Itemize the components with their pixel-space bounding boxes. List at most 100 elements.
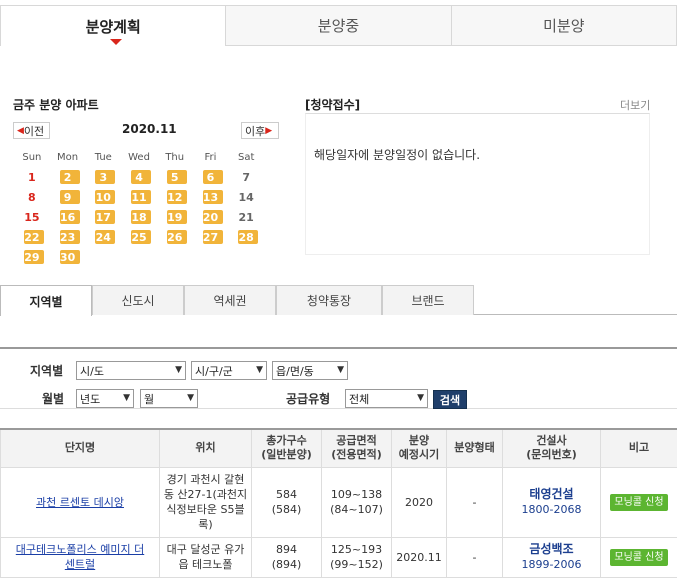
tab-on-sale[interactable]: 분양중 <box>226 5 451 46</box>
supply-type-select[interactable]: 전체▼ <box>345 389 428 408</box>
calendar-day[interactable]: 17 <box>85 207 121 227</box>
chevron-down-icon: ▼ <box>175 365 182 375</box>
calendar-day[interactable]: 19 <box>157 207 193 227</box>
households-general: (894) <box>272 558 302 571</box>
complex-name-cell: 과천 르센토 데시앙 <box>1 467 160 537</box>
calendar-day[interactable]: 22 <box>14 227 50 247</box>
search-button[interactable]: 검색 <box>433 390 467 409</box>
calendar-weekday: Wed <box>121 147 157 167</box>
households-cell: 584(584) <box>252 467 322 537</box>
tab-brand[interactable]: 브랜드 <box>382 285 474 315</box>
table-header-cell: 건설사(문의번호) <box>503 429 601 467</box>
area-cell: 125~193(99~152) <box>322 537 392 577</box>
subscription-empty-message: 해당일자에 분양일정이 없습니다. <box>314 148 480 162</box>
location-cell: 경기 과천시 갈현동 산27-1(과천지식정보타운 S5블록) <box>160 467 252 537</box>
calendar-day-number: 8 <box>28 191 36 204</box>
calendar-day[interactable]: 25 <box>121 227 157 247</box>
morning-call-button[interactable]: 모닝콜 신청 <box>610 549 667 566</box>
calendar-day-number: 30 <box>60 251 75 264</box>
tab-new-town[interactable]: 신도시 <box>92 285 184 315</box>
complex-name-link[interactable]: 대구테크노폴리스 예미지 더센트럴 <box>16 543 144 571</box>
sido-select[interactable]: 시/도 ▼ <box>76 361 186 380</box>
tab-station-area-label: 역세권 <box>213 292 246 309</box>
month-select[interactable]: 월▼ <box>140 389 198 408</box>
complex-name: 대구테크노폴리스 예미지 더 <box>16 543 144 556</box>
complex-name-link[interactable]: 과천 르센토 데시앙 <box>36 496 124 509</box>
calendar-day-number: 23 <box>60 231 75 244</box>
calendar-day[interactable]: 11 <box>121 187 157 207</box>
calendar-day-number: 10 <box>96 191 111 204</box>
calendar-day[interactable]: 28 <box>228 227 264 247</box>
calendar-weekday: Tue <box>85 147 121 167</box>
tab-savings-account[interactable]: 청약통장 <box>276 285 382 315</box>
note-cell: 모닝콜 신청 <box>601 467 677 537</box>
supply-area: 125~193 <box>331 543 382 556</box>
tab-unsold-label: 미분양 <box>543 15 584 36</box>
table-row: 대구테크노폴리스 예미지 더센트럴대구 달성군 유가읍 테크노폴894(894)… <box>1 537 677 577</box>
builder-phone: 1899-2006 <box>522 558 582 571</box>
tab-region[interactable]: 지역별 <box>0 285 92 316</box>
region-tab-bar: 지역별 신도시 역세권 청약통장 브랜드 <box>0 285 677 315</box>
morning-call-button[interactable]: 모닝콜 신청 <box>610 494 667 511</box>
calendar-day[interactable]: 18 <box>121 207 157 227</box>
sale-type: - <box>473 551 477 564</box>
calendar-day[interactable]: 16 <box>50 207 86 227</box>
calendar-day-number: 18 <box>131 211 146 224</box>
tab-station-area[interactable]: 역세권 <box>184 285 276 315</box>
supply-type-label: 공급유형 <box>286 390 330 407</box>
calendar-day: 14 <box>228 187 264 207</box>
subscription-panel: 해당일자에 분양일정이 없습니다. <box>305 113 650 255</box>
sale-type: - <box>473 496 477 509</box>
calendar-day[interactable]: 20 <box>193 207 229 227</box>
calendar-month: 2020.11 <box>122 122 177 136</box>
calendar-week-row: 29 30 <box>14 247 264 267</box>
households-general: (584) <box>272 503 302 516</box>
calendar-weekday: Sat <box>228 147 264 167</box>
note-cell: 모닝콜 신청 <box>601 537 677 577</box>
calendar-day-number: 11 <box>131 191 146 204</box>
calendar-day[interactable]: 24 <box>85 227 121 247</box>
calendar-day[interactable]: 4 <box>121 167 157 187</box>
calendar-day[interactable]: 9 <box>50 187 86 207</box>
calendar-prev-button[interactable]: ◀이전 <box>13 122 50 139</box>
table-header-cell: 분양형태 <box>447 429 503 467</box>
year-select[interactable]: 년도▼ <box>76 389 134 408</box>
sigungu-select[interactable]: 시/구/군▼ <box>191 361 267 380</box>
calendar-day[interactable]: 5 <box>157 167 193 187</box>
calendar-weekday: Thu <box>157 147 193 167</box>
dong-select-value: 읍/면/동 <box>276 363 314 379</box>
more-link[interactable]: 더보기 <box>620 97 650 113</box>
calendar-day[interactable]: 3 <box>85 167 121 187</box>
area-cell: 109~138(84~107) <box>322 467 392 537</box>
chevron-down-icon: ▼ <box>417 393 424 403</box>
calendar-day-number: 9 <box>64 191 72 204</box>
calendar-day[interactable]: 2 <box>50 167 86 187</box>
builder-phone: 1800-2068 <box>522 503 582 516</box>
tab-unsold[interactable]: 미분양 <box>452 5 677 46</box>
calendar-day[interactable]: 23 <box>50 227 86 247</box>
tab-sale-plan[interactable]: 분양계획 <box>0 5 226 46</box>
calendar-day[interactable]: 13 <box>193 187 229 207</box>
calendar-day[interactable]: 30 <box>50 247 86 267</box>
complex-name-cell: 대구테크노폴리스 예미지 더센트럴 <box>1 537 160 577</box>
dong-select[interactable]: 읍/면/동 ▼ <box>272 361 348 380</box>
calendar-day-number: 12 <box>167 191 182 204</box>
tab-on-sale-label: 분양중 <box>318 15 359 36</box>
sido-select-value: 시/도 <box>80 363 104 379</box>
calendar-day-number: 14 <box>239 191 254 204</box>
calendar-day[interactable]: 6 <box>193 167 229 187</box>
calendar-empty-cell <box>121 247 157 267</box>
calendar-day-number: 28 <box>239 231 254 244</box>
calendar-day-number: 27 <box>203 231 218 244</box>
calendar-next-button[interactable]: 이후▶ <box>241 122 279 139</box>
calendar-day[interactable]: 12 <box>157 187 193 207</box>
chevron-down-icon: ▼ <box>123 393 130 403</box>
calendar-day[interactable]: 10 <box>85 187 121 207</box>
calendar-empty-cell <box>228 247 264 267</box>
calendar-day[interactable]: 29 <box>14 247 50 267</box>
arrow-right-icon: ▶ <box>265 126 272 136</box>
calendar-day[interactable]: 27 <box>193 227 229 247</box>
calendar-weekday-row: SunMonTueWedThuFriSat <box>14 147 264 167</box>
chevron-down-icon: ▼ <box>337 365 344 375</box>
calendar-day[interactable]: 26 <box>157 227 193 247</box>
